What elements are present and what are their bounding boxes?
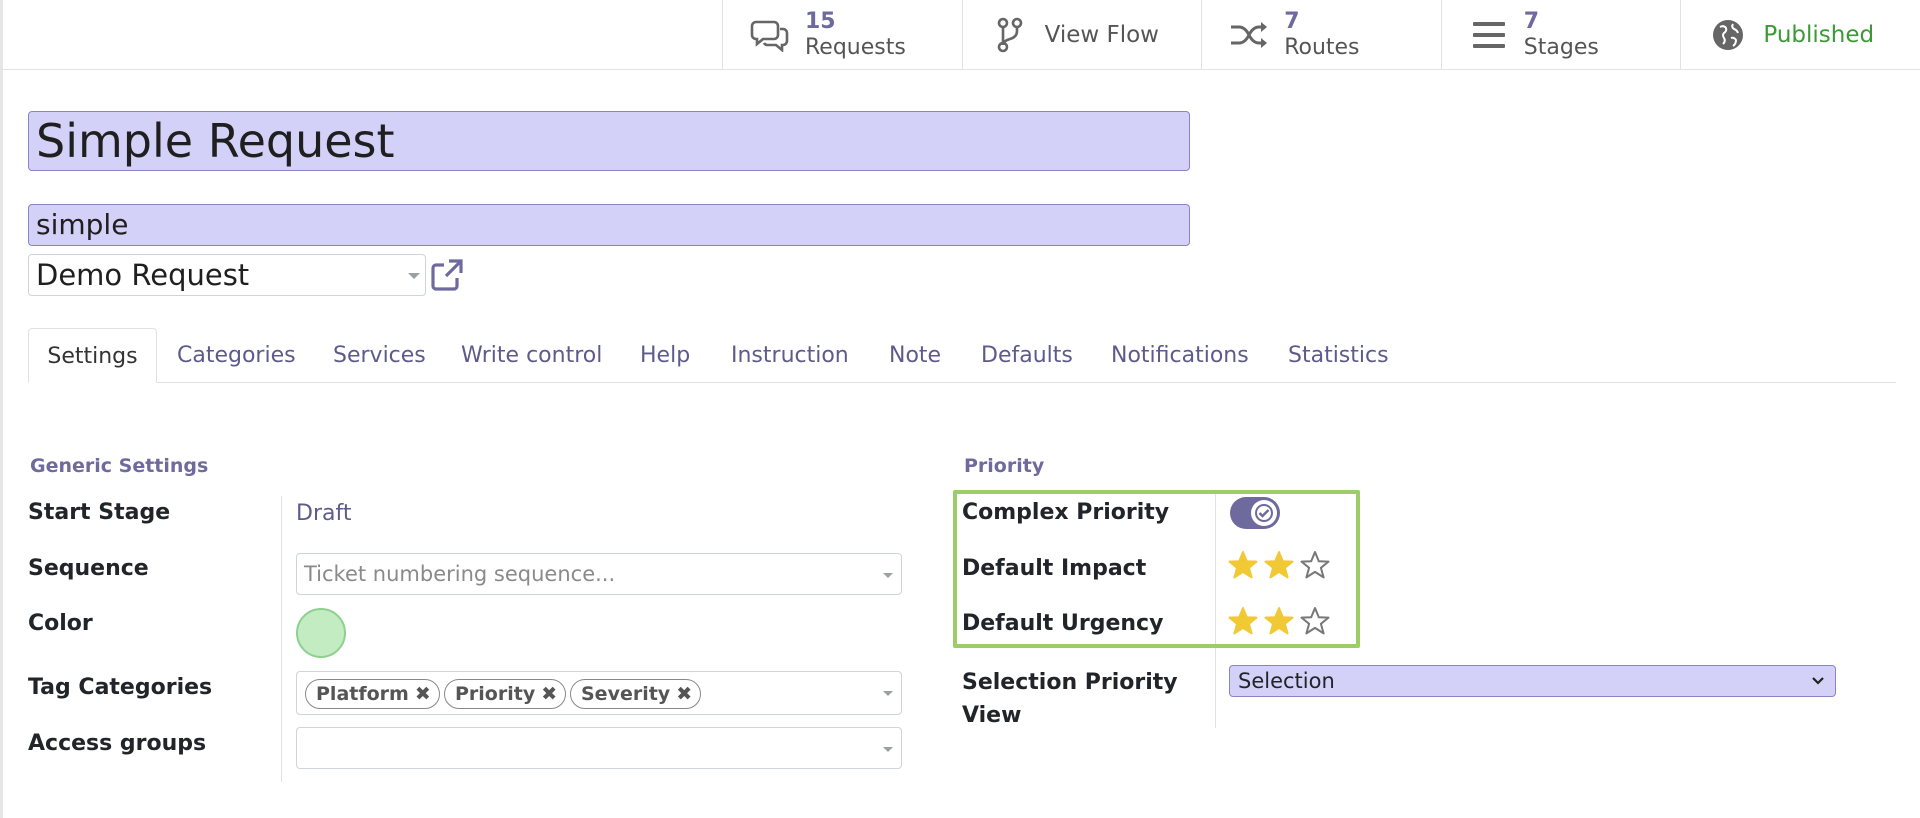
request-type-select[interactable]: Demo Request — [28, 254, 426, 296]
tab-settings[interactable]: Settings — [28, 328, 157, 383]
remove-tag-icon[interactable]: ✖ — [541, 683, 557, 705]
access-groups-label: Access groups — [28, 731, 207, 756]
selection-priority-view-select[interactable]: Selection — [1229, 665, 1836, 697]
left-border — [0, 0, 3, 818]
view-flow-button[interactable]: View Flow — [961, 0, 1202, 69]
stat-button-bar: 15 Requests View Flow 7 Routes 7 Stages … — [722, 0, 1920, 70]
tag-categories-field[interactable]: Platform ✖ Priority ✖ Severity ✖ — [296, 671, 902, 715]
default-urgency-stars[interactable] — [1228, 606, 1330, 636]
stages-label: Stages — [1523, 34, 1599, 60]
chevron-down-icon — [883, 747, 893, 752]
default-urgency-label: Default Urgency — [962, 611, 1164, 636]
chevron-down-icon — [1812, 677, 1824, 685]
tag-label: Priority — [455, 683, 536, 705]
sequence-select[interactable]: Ticket numbering sequence... — [296, 553, 902, 595]
access-groups-select[interactable] — [296, 727, 902, 769]
tag-label: Severity — [581, 683, 671, 705]
start-stage-label: Start Stage — [28, 500, 171, 525]
published-toggle-button[interactable]: Published — [1680, 0, 1920, 69]
selection-priority-view-label: Selection Priority View — [962, 670, 1178, 728]
tab-defaults[interactable]: Defaults — [981, 328, 1073, 382]
tab-write-control[interactable]: Write control — [461, 328, 602, 382]
comments-icon — [749, 14, 791, 56]
complex-priority-toggle[interactable] — [1230, 497, 1280, 529]
chevron-down-icon — [883, 691, 893, 696]
start-stage-link[interactable]: Draft — [296, 501, 351, 526]
color-label: Color — [28, 611, 93, 636]
stages-stat-button[interactable]: 7 Stages — [1440, 0, 1681, 69]
chevron-down-icon — [408, 273, 420, 279]
stages-count: 7 — [1523, 8, 1540, 34]
selection-priority-view-value: Selection — [1238, 669, 1335, 693]
generic-column-divider — [281, 496, 282, 782]
tab-statistics[interactable]: Statistics — [1288, 328, 1389, 382]
check-icon — [1251, 500, 1277, 526]
external-link-icon[interactable] — [430, 258, 464, 292]
requests-count: 15 — [805, 8, 836, 34]
tab-help[interactable]: Help — [640, 328, 690, 382]
tab-instruction[interactable]: Instruction — [731, 328, 849, 382]
tab-services[interactable]: Services — [333, 328, 426, 382]
star-empty-icon[interactable] — [1300, 550, 1330, 580]
chevron-down-icon — [883, 573, 893, 578]
random-icon — [1228, 14, 1270, 56]
remove-tag-icon[interactable]: ✖ — [676, 683, 692, 705]
bars-icon — [1468, 14, 1510, 56]
generic-settings-title: Generic Settings — [30, 455, 209, 477]
tab-note[interactable]: Note — [889, 328, 941, 382]
name-field[interactable]: Simple Request — [28, 111, 1190, 171]
code-field[interactable]: simple — [28, 204, 1190, 246]
code-fork-icon — [989, 14, 1031, 56]
star-filled-icon[interactable] — [1264, 606, 1294, 636]
tab-categories[interactable]: Categories — [177, 328, 296, 382]
tag-platform: Platform ✖ — [305, 679, 440, 709]
requests-label: Requests — [805, 34, 906, 60]
default-impact-stars[interactable] — [1228, 550, 1330, 580]
star-filled-icon[interactable] — [1228, 550, 1258, 580]
star-empty-icon[interactable] — [1300, 606, 1330, 636]
complex-priority-label: Complex Priority — [962, 500, 1170, 525]
star-filled-icon[interactable] — [1228, 606, 1258, 636]
published-label: Published — [1763, 21, 1875, 48]
remove-tag-icon[interactable]: ✖ — [415, 683, 431, 705]
tag-categories-label: Tag Categories — [28, 675, 213, 700]
routes-stat-button[interactable]: 7 Routes — [1201, 0, 1441, 69]
request-type-value: Demo Request — [36, 258, 250, 292]
priority-section-title: Priority — [964, 455, 1045, 477]
view-flow-label: View Flow — [1044, 21, 1159, 48]
requests-stat-button[interactable]: 15 Requests — [722, 0, 962, 69]
sequence-label: Sequence — [28, 556, 149, 581]
routes-count: 7 — [1284, 8, 1300, 34]
sequence-placeholder: Ticket numbering sequence... — [304, 562, 616, 586]
statbar-divider — [0, 69, 1920, 70]
routes-label: Routes — [1284, 34, 1360, 60]
globe-icon — [1707, 14, 1749, 56]
tag-severity: Severity ✖ — [570, 679, 702, 709]
tag-priority: Priority ✖ — [444, 679, 567, 709]
default-impact-label: Default Impact — [962, 556, 1147, 581]
notebook-tabs: Settings Categories Services Write contr… — [28, 328, 1896, 383]
tab-notifications[interactable]: Notifications — [1111, 328, 1249, 382]
color-picker[interactable] — [296, 608, 346, 658]
tag-label: Platform — [316, 683, 409, 705]
star-filled-icon[interactable] — [1264, 550, 1294, 580]
